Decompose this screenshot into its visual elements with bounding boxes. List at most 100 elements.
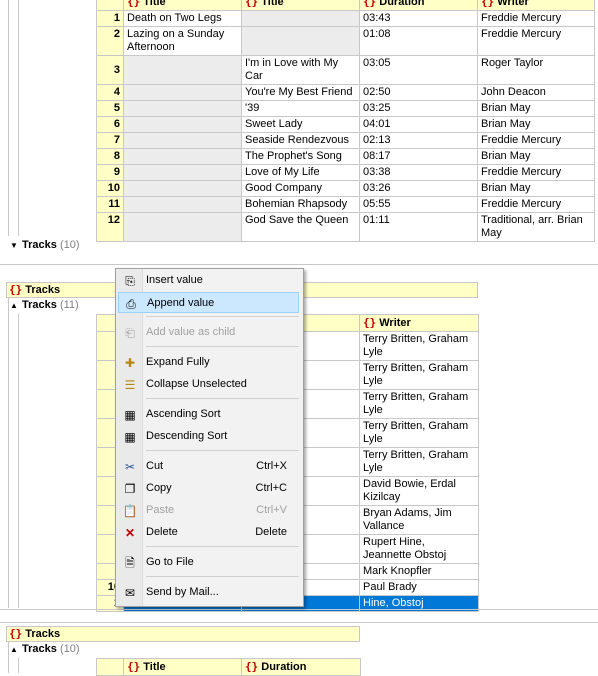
duration-cell[interactable]: 05:55	[359, 196, 478, 213]
table-row[interactable]: 3 I'm in Love with My Car 03:05 Roger Ta…	[96, 55, 595, 85]
table-row[interactable]: 11 Bohemian Rhapsody 05:55 Freddie Mercury	[96, 196, 595, 213]
title-cell[interactable]: '39	[241, 100, 360, 117]
duration-cell[interactable]: 02:50	[359, 84, 478, 101]
table-row[interactable]: 4 You're My Best Friend 02:50 John Deacon	[96, 84, 595, 101]
table-row[interactable]: 2 Lazing on a Sunday Afternoon 01:08 Fre…	[96, 26, 595, 56]
menu-item-delete[interactable]: ✕ Delete Delete	[118, 522, 299, 543]
table-row[interactable]: 10 Good Company 03:26 Brian May	[96, 180, 595, 197]
title-cell[interactable]: Seaside Rendezvous	[241, 132, 360, 149]
menu-item-send-by-mail[interactable]: ✉ Send by Mail...	[118, 582, 299, 603]
table-row[interactable]: 7 Seaside Rendezvous 02:13 Freddie Mercury	[96, 132, 595, 149]
append-value-icon: ⎙	[126, 297, 136, 311]
column-header-title[interactable]: {} Title	[241, 0, 360, 11]
empty-cell[interactable]	[123, 84, 242, 101]
tracks-block-header[interactable]: {} Tracks	[6, 626, 360, 642]
collapse-triangle-icon[interactable]: ▼	[10, 241, 22, 250]
column-header-a[interactable]: {} Title	[123, 0, 242, 11]
duration-cell[interactable]: 02:13	[359, 132, 478, 149]
writer-cell[interactable]: Terry Britten, Graham Lyle	[359, 360, 479, 390]
sort-descending-icon: ▦	[124, 430, 136, 444]
send-mail-icon: ✉	[124, 586, 136, 600]
duration-cell[interactable]: 01:08	[359, 26, 478, 56]
menu-item-expand-fully[interactable]: ✚ Expand Fully	[118, 352, 299, 373]
writer-cell[interactable]: Brian May	[477, 100, 595, 117]
writer-cell[interactable]: Freddie Mercury	[477, 26, 595, 56]
empty-cell[interactable]	[241, 10, 360, 27]
menu-item-cut[interactable]: ✂ Cut Ctrl+X	[118, 456, 299, 477]
title-cell[interactable]: Sweet Lady	[241, 116, 360, 133]
empty-cell[interactable]	[123, 132, 242, 149]
empty-cell[interactable]	[123, 196, 242, 213]
title-cell[interactable]: The Prophet's Song	[241, 148, 360, 165]
column-header-writer[interactable]: {} Writer	[477, 0, 595, 11]
column-header-writer[interactable]: {} Writer	[359, 314, 479, 332]
title-cell[interactable]: I'm in Love with My Car	[241, 55, 360, 85]
empty-cell[interactable]	[123, 180, 242, 197]
expand-triangle-icon[interactable]: ▲	[10, 301, 22, 310]
writer-cell[interactable]: Roger Taylor	[477, 55, 595, 85]
duration-cell[interactable]: 03:25	[359, 100, 478, 117]
menu-item-paste[interactable]: 📋 Paste Ctrl+V	[118, 500, 299, 521]
duration-cell[interactable]: 03:43	[359, 10, 478, 27]
duration-cell[interactable]: 01:11	[359, 212, 478, 242]
table-row[interactable]: 5 '39 03:25 Brian May	[96, 100, 595, 117]
table-row[interactable]: 9 Love of My Life 03:38 Freddie Mercury	[96, 164, 595, 181]
tracks-node-expanded[interactable]: ▲ Tracks (11)	[10, 299, 79, 311]
add-child-icon: ⎗	[125, 326, 135, 340]
writer-cell[interactable]: Terry Britten, Graham Lyle	[359, 389, 479, 419]
title-cell[interactable]: You're My Best Friend	[241, 84, 360, 101]
menu-item-descending-sort[interactable]: ▦ Descending Sort	[118, 426, 299, 447]
writer-cell[interactable]: Freddie Mercury	[477, 196, 595, 213]
writer-cell[interactable]: Terry Britten, Graham Lyle	[359, 418, 479, 448]
empty-cell[interactable]	[123, 116, 242, 133]
writer-cell[interactable]: Freddie Mercury	[477, 10, 595, 27]
empty-cell[interactable]	[123, 55, 242, 85]
duration-cell[interactable]: 03:38	[359, 164, 478, 181]
duration-cell[interactable]: 03:26	[359, 180, 478, 197]
writer-cell[interactable]: Brian May	[477, 116, 595, 133]
title-cell[interactable]: Love of My Life	[241, 164, 360, 181]
menu-item-go-to-file[interactable]: 🗎 Go to File	[118, 552, 299, 573]
duration-cell[interactable]: 04:01	[359, 116, 478, 133]
empty-cell[interactable]	[123, 164, 242, 181]
writer-cell[interactable]: John Deacon	[477, 84, 595, 101]
title-cell[interactable]: God Save the Queen	[241, 212, 360, 242]
menu-item-collapse-unselected[interactable]: ☰ Collapse Unselected	[118, 374, 299, 395]
menu-item-copy[interactable]: ❐ Copy Ctrl+C	[118, 478, 299, 499]
writer-cell[interactable]: Mark Knopfler	[359, 563, 479, 580]
title-cell[interactable]: Bohemian Rhapsody	[241, 196, 360, 213]
row-number: 10	[96, 180, 124, 197]
writer-cell[interactable]: Bryan Adams, Jim Vallance	[359, 505, 479, 535]
menu-item-append-value[interactable]: ⎙ Append value	[118, 292, 299, 313]
table-row[interactable]: 1 Death on Two Legs 03:43 Freddie Mercur…	[96, 10, 595, 27]
column-header-duration[interactable]: {} Duration	[359, 0, 478, 11]
empty-cell[interactable]	[123, 148, 242, 165]
menu-item-insert-value[interactable]: ⎘ Insert value	[118, 270, 299, 291]
empty-cell[interactable]	[241, 26, 360, 56]
title-cell[interactable]: Lazing on a Sunday Afternoon	[123, 26, 242, 56]
title-cell[interactable]: Death on Two Legs	[123, 10, 242, 27]
writer-cell[interactable]: Rupert Hine, Jeannette Obstoj	[359, 534, 479, 564]
writer-cell[interactable]: Freddie Mercury	[477, 164, 595, 181]
writer-cell[interactable]: Paul Brady	[359, 579, 479, 596]
menu-item-ascending-sort[interactable]: ▦ Ascending Sort	[118, 404, 299, 425]
writer-cell[interactable]: Brian May	[477, 180, 595, 197]
table-row[interactable]: 6 Sweet Lady 04:01 Brian May	[96, 116, 595, 133]
table-row[interactable]: 8 The Prophet's Song 08:17 Brian May	[96, 148, 595, 165]
writer-cell[interactable]: Traditional, arr. Brian May	[477, 212, 595, 242]
menu-item-add-value-as-child[interactable]: ⎗ Add value as child	[118, 322, 299, 343]
table-row[interactable]: 12 God Save the Queen 01:11 Traditional, ar…	[96, 212, 595, 242]
duration-cell[interactable]: 08:17	[359, 148, 478, 165]
duration-cell[interactable]: 03:05	[359, 55, 478, 85]
empty-cell[interactable]	[123, 100, 242, 117]
title-cell[interactable]: Good Company	[241, 180, 360, 197]
writer-cell[interactable]: Terry Britten, Graham Lyle	[359, 447, 479, 477]
writer-cell[interactable]: Freddie Mercury	[477, 132, 595, 149]
expand-triangle-icon[interactable]: ▲	[10, 645, 22, 654]
writer-cell[interactable]: David Bowie, Erdal Kizilcay	[359, 476, 479, 506]
tracks-node-expanded[interactable]: ▲ Tracks (10)	[10, 643, 80, 655]
tracks-collapsed-node[interactable]: ▼ Tracks (10)	[10, 239, 80, 251]
writer-cell[interactable]: Terry Britten, Graham Lyle	[359, 331, 479, 361]
writer-cell[interactable]: Brian May	[477, 148, 595, 165]
empty-cell[interactable]	[123, 212, 242, 242]
